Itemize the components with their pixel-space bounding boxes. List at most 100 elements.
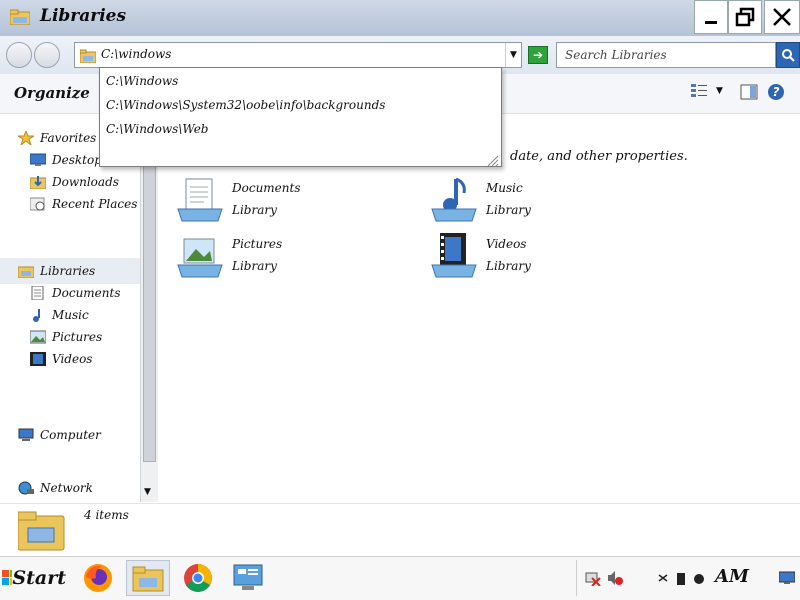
nav-computer[interactable]: Computer bbox=[18, 424, 138, 446]
search-field[interactable]: Search Libraries bbox=[556, 42, 776, 68]
library-type: Library bbox=[486, 259, 531, 273]
back-button[interactable] bbox=[6, 42, 32, 68]
scrollbar-thumb[interactable] bbox=[143, 117, 156, 462]
library-name: Music bbox=[486, 181, 523, 195]
address-input[interactable]: C:\windows bbox=[101, 47, 171, 61]
star-icon bbox=[16, 129, 36, 147]
tray-misc-icons[interactable] bbox=[657, 569, 709, 587]
view-options-button[interactable] bbox=[690, 82, 708, 98]
system-tray: AM bbox=[576, 560, 800, 596]
nav-item-videos[interactable]: Videos bbox=[30, 348, 138, 370]
content-pane: date, and other properties. Documents Li… bbox=[158, 115, 800, 502]
go-button[interactable]: ➔ bbox=[528, 46, 548, 64]
file-explorer-icon bbox=[132, 566, 164, 592]
start-button[interactable]: Start bbox=[2, 560, 66, 596]
taskbar-file-explorer[interactable] bbox=[126, 560, 170, 596]
search-button[interactable] bbox=[776, 42, 800, 68]
libraries-large-icon bbox=[17, 508, 66, 552]
videos-library-icon bbox=[430, 233, 478, 281]
address-dropdown-button[interactable]: ▼ bbox=[505, 43, 521, 67]
nav-item-label: Desktop bbox=[52, 153, 102, 167]
view-chevron-down-icon[interactable]: ▼ bbox=[716, 86, 723, 96]
window-title: Libraries bbox=[40, 6, 127, 26]
taskbar-chrome[interactable] bbox=[176, 560, 220, 596]
svg-text:?: ? bbox=[773, 85, 780, 99]
nav-item-label: Music bbox=[52, 308, 89, 322]
search-input[interactable]: Search Libraries bbox=[565, 48, 667, 62]
title-bar: Libraries bbox=[0, 0, 800, 36]
pictures-library-icon bbox=[176, 233, 224, 281]
network-disconnected-icon[interactable] bbox=[585, 570, 601, 587]
suggestion-item[interactable]: C:\Windows bbox=[106, 74, 178, 88]
control-panel-icon bbox=[233, 564, 263, 590]
recent-places-icon bbox=[29, 197, 46, 211]
maximize-button[interactable] bbox=[728, 0, 762, 34]
nav-item-label: Videos bbox=[52, 352, 93, 366]
nav-item-label: Documents bbox=[52, 286, 121, 300]
nav-item-documents[interactable]: Documents bbox=[30, 282, 138, 304]
library-type: Library bbox=[232, 203, 277, 217]
search-icon bbox=[782, 49, 795, 62]
library-item-videos[interactable]: Videos Library bbox=[430, 233, 531, 281]
documents-icon bbox=[30, 285, 46, 301]
nav-item-label: Recent Places bbox=[52, 197, 138, 211]
suggestion-item[interactable]: C:\Windows\System32\oobe\info\background… bbox=[106, 98, 385, 112]
navigation-pane: Favorites Desktop Downloads Recent Place… bbox=[0, 115, 140, 502]
scroll-down-arrow-icon[interactable]: ▼ bbox=[144, 487, 151, 497]
preview-pane-icon bbox=[740, 84, 758, 100]
item-count: 4 items bbox=[84, 508, 129, 522]
minimize-button[interactable] bbox=[694, 0, 728, 34]
nav-libraries[interactable]: Libraries bbox=[17, 260, 138, 282]
pictures-icon bbox=[29, 330, 47, 344]
taskbar-firefox[interactable] bbox=[76, 560, 120, 596]
nav-item-music[interactable]: Music bbox=[30, 304, 138, 326]
nav-scrollbar[interactable]: ▼ bbox=[140, 115, 158, 502]
close-icon bbox=[773, 8, 791, 26]
arrow-right-icon: ➔ bbox=[532, 48, 544, 62]
library-name: Documents bbox=[232, 181, 301, 195]
nav-item-pictures[interactable]: Pictures bbox=[29, 326, 138, 348]
preview-pane-button[interactable] bbox=[740, 84, 758, 100]
forward-button[interactable] bbox=[34, 42, 60, 68]
volume-muted-icon[interactable] bbox=[607, 570, 623, 586]
nav-network[interactable]: Network bbox=[18, 477, 138, 499]
show-desktop-icon[interactable] bbox=[778, 570, 796, 584]
library-hint-text: date, and other properties. bbox=[510, 149, 688, 164]
help-icon: ? bbox=[768, 84, 784, 100]
library-item-music[interactable]: Music Library bbox=[430, 177, 531, 225]
view-details-icon bbox=[691, 84, 707, 97]
libraries-folder-icon bbox=[9, 9, 31, 26]
suggestion-item[interactable]: C:\Windows\Web bbox=[106, 122, 208, 136]
nav-libraries-label: Libraries bbox=[40, 264, 96, 278]
network-icon bbox=[18, 481, 34, 495]
firefox-icon bbox=[84, 564, 112, 592]
taskbar-control-panel[interactable] bbox=[226, 560, 270, 596]
libraries-folder-icon bbox=[79, 48, 97, 64]
close-button[interactable] bbox=[764, 0, 800, 34]
start-label: Start bbox=[12, 567, 66, 589]
address-suggestions-dropdown: C:\Windows C:\Windows\System32\oobe\info… bbox=[99, 67, 502, 167]
music-library-icon bbox=[430, 177, 478, 225]
minimize-icon bbox=[705, 21, 717, 24]
nav-item-label: Pictures bbox=[52, 330, 103, 344]
libraries-icon bbox=[17, 264, 35, 279]
chevron-down-icon: ▼ bbox=[510, 50, 517, 60]
computer-icon bbox=[18, 428, 34, 442]
nav-item-downloads[interactable]: Downloads bbox=[29, 171, 138, 193]
library-type: Library bbox=[486, 203, 531, 217]
nav-computer-label: Computer bbox=[40, 428, 101, 442]
resize-grip-icon[interactable] bbox=[487, 152, 499, 167]
address-field[interactable]: C:\windows ▼ bbox=[74, 42, 522, 68]
library-item-pictures[interactable]: Pictures Library bbox=[176, 233, 282, 281]
nav-item-recent-places[interactable]: Recent Places bbox=[29, 193, 138, 215]
library-item-documents[interactable]: Documents Library bbox=[176, 177, 300, 225]
nav-favorites-label: Favorites bbox=[40, 131, 97, 145]
library-type: Library bbox=[232, 259, 277, 273]
organize-button[interactable]: Organize ▼ bbox=[14, 84, 110, 102]
organize-label: Organize bbox=[14, 84, 90, 102]
help-button[interactable]: ? bbox=[767, 83, 785, 101]
music-icon bbox=[30, 308, 46, 322]
clock[interactable]: AM bbox=[715, 566, 749, 587]
nav-network-label: Network bbox=[40, 481, 93, 495]
library-name: Pictures bbox=[232, 237, 283, 251]
